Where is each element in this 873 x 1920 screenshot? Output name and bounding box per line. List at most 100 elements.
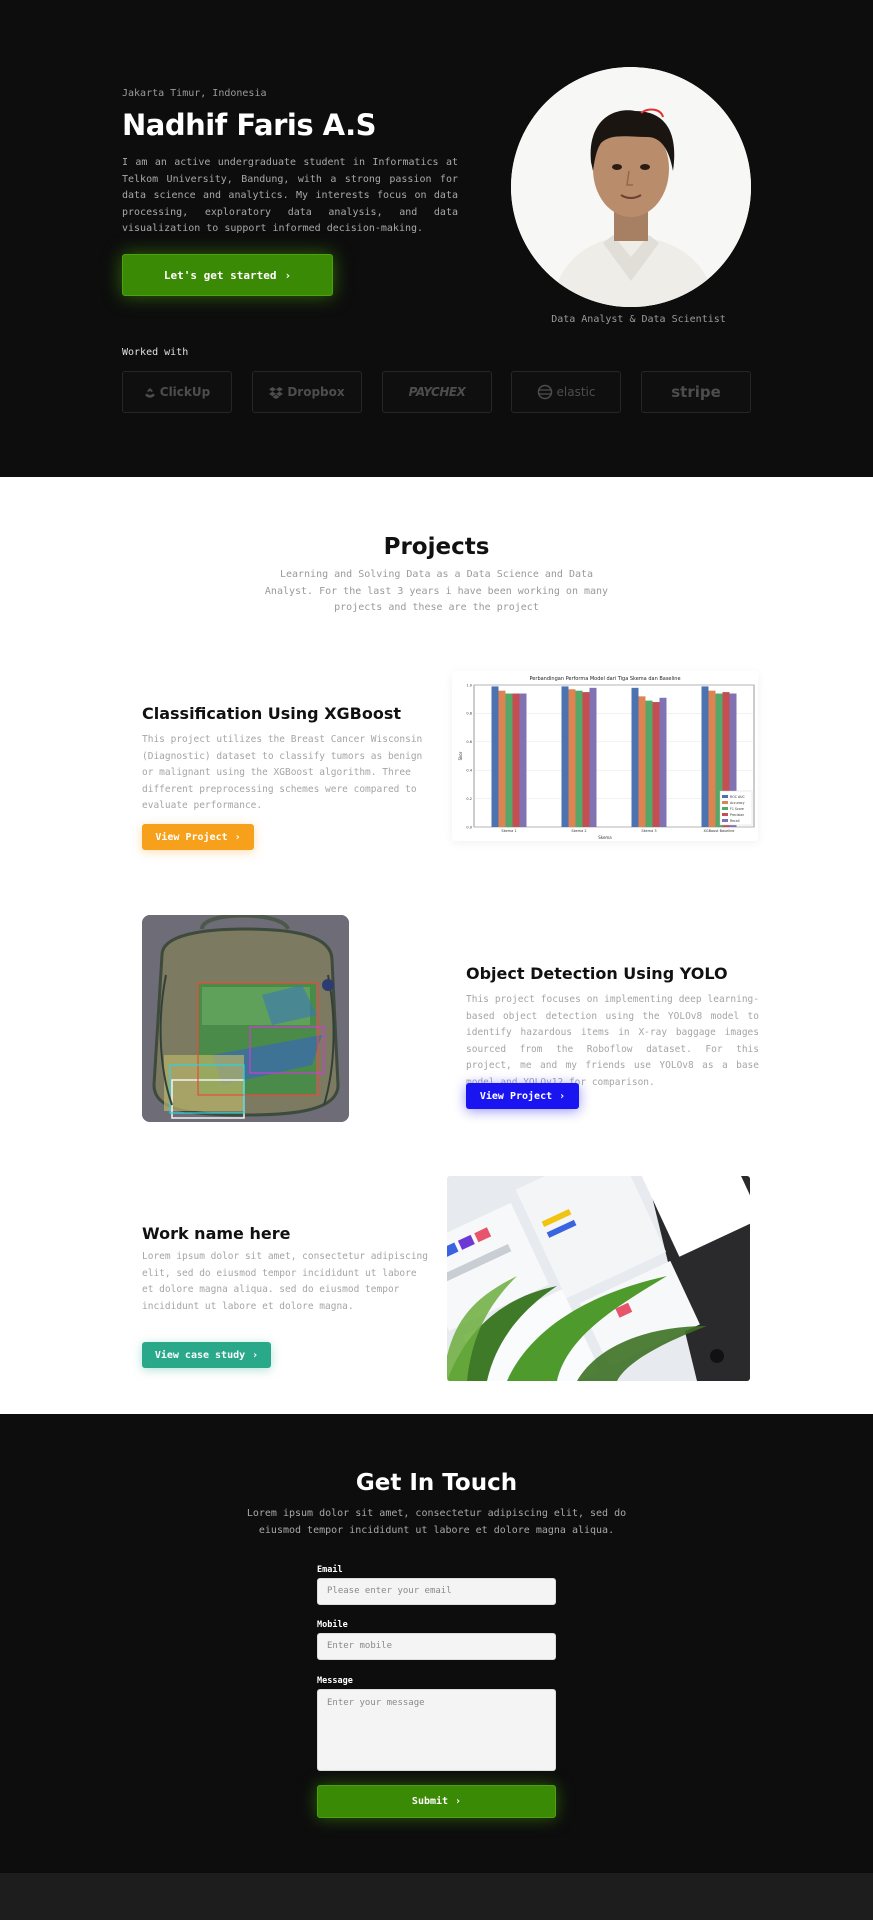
paychex-logo: PAYCHEX xyxy=(382,371,492,413)
paychex-label: PAYCHEX xyxy=(408,385,466,399)
contact-subtitle: Lorem ipsum dolor sit amet, consectetur … xyxy=(246,1508,627,1536)
email-field[interactable]: Please enter your email xyxy=(317,1578,556,1605)
email-label: Email xyxy=(317,1565,343,1575)
dropbox-icon xyxy=(269,386,284,399)
projects-title: Projects xyxy=(383,534,490,560)
mobile-label: Mobile xyxy=(317,1620,348,1630)
project-3-case-study-label: View case study xyxy=(154,1349,246,1361)
chart-bar xyxy=(561,686,569,827)
chart-xlabel: Skema xyxy=(598,835,612,840)
footer-bar xyxy=(0,1873,873,1920)
email-placeholder: Please enter your email xyxy=(327,1586,452,1596)
chart-legend: ROC AUC Accuracy F1 Score Precision Recall xyxy=(719,790,753,826)
chart-bar xyxy=(498,690,506,827)
chart-bar xyxy=(519,693,527,827)
project-2-view-button[interactable]: View Project › xyxy=(466,1083,579,1109)
contact-section: Get In Touch Lorem ipsum dolor sit amet,… xyxy=(0,1414,873,1873)
stripe-logo: stripe xyxy=(641,371,751,413)
worked-with-label: Worked with xyxy=(122,347,189,358)
project-3-title: Work name here xyxy=(142,1224,291,1243)
stripe-label: stripe xyxy=(671,383,721,401)
chart-legend-swatch xyxy=(722,819,728,822)
hero-name: Nadhif Faris A.S xyxy=(122,108,377,142)
chart-xtick-label: XGBoost Baseline xyxy=(704,829,735,833)
chart-bar xyxy=(659,697,667,827)
chart-ytick-label: 0.4 xyxy=(466,769,472,773)
chart-xtick-label: Skema 2 xyxy=(571,829,586,833)
chevron-right-icon: › xyxy=(559,1090,566,1102)
xray-detection-image xyxy=(142,915,349,1122)
chart-bar xyxy=(512,693,520,827)
chart-bar xyxy=(638,696,646,827)
get-started-label: Let's get started xyxy=(163,268,277,282)
message-label: Message xyxy=(317,1676,353,1686)
projects-subtitle: Learning and Solving Data as a Data Scie… xyxy=(264,569,609,613)
chart-ytick-label: 0.0 xyxy=(466,825,472,829)
elastic-icon xyxy=(537,384,552,400)
chart-bar xyxy=(701,686,709,827)
work-showcase-image xyxy=(447,1176,750,1381)
chart-bar xyxy=(708,690,716,827)
chart-legend-swatch xyxy=(722,801,728,804)
chart-xtick-label: Skema 1 xyxy=(501,829,516,833)
xgboost-chart: Perbandingan Performa Model dari Tiga Sk… xyxy=(452,671,758,841)
chart-legend-label: Precision xyxy=(730,813,744,817)
get-started-button[interactable]: Let's get started › xyxy=(122,254,333,296)
clickup-label: ClickUp xyxy=(159,385,211,399)
clickup-logo: ClickUp xyxy=(122,371,232,413)
chart-bar xyxy=(589,687,597,827)
chart-svg: Perbandingan Performa Model dari Tiga Sk… xyxy=(458,676,755,840)
elastic-logo: elastic xyxy=(511,371,621,413)
project-3-description: Lorem ipsum dolor sit amet, consectetur … xyxy=(142,1251,428,1312)
chart-bar xyxy=(652,702,660,827)
mobile-placeholder: Enter mobile xyxy=(327,1641,393,1651)
hero-section: Jakarta Timur, Indonesia Nadhif Faris A.… xyxy=(0,0,873,477)
chart-legend-swatch xyxy=(722,813,728,816)
project-1-title: Classification Using XGBoost xyxy=(142,704,402,723)
location-text: Jakarta Timur, Indonesia xyxy=(122,88,267,99)
submit-label: Submit xyxy=(411,1796,449,1807)
chart-legend-label: Accuracy xyxy=(730,801,745,805)
chart-bar xyxy=(575,690,583,827)
project-1-view-button[interactable]: View Project › xyxy=(142,824,254,850)
contact-title: Get In Touch xyxy=(355,1470,518,1496)
role-caption: Data Analyst & Data Scientist xyxy=(551,314,726,325)
mobile-field[interactable]: Enter mobile xyxy=(317,1633,556,1660)
project-2-view-label: View Project xyxy=(479,1090,553,1102)
projects-section: Projects Learning and Solving Data as a … xyxy=(0,477,873,1414)
chevron-right-icon: › xyxy=(234,831,241,843)
chart-bar xyxy=(505,693,513,827)
hero-description: I am an active undergraduate student in … xyxy=(122,157,458,234)
project-3-case-study-button[interactable]: View case study › xyxy=(142,1342,271,1368)
chart-bar xyxy=(582,692,590,827)
chart-ylabel: Skor xyxy=(458,751,463,760)
project-2-title: Object Detection Using YOLO xyxy=(466,964,728,983)
chart-bar xyxy=(645,700,653,827)
project-1-view-label: View Project xyxy=(155,831,228,843)
clickup-icon xyxy=(144,387,155,398)
chart-legend-label: F1 Score xyxy=(730,807,744,811)
project-2-description: This project focuses on implementing dee… xyxy=(466,994,759,1088)
chart-bar xyxy=(568,689,576,827)
chart-ytick-label: 0.2 xyxy=(466,797,472,801)
chart-legend-swatch xyxy=(722,807,728,810)
chart-ytick-label: 1.0 xyxy=(466,683,472,687)
submit-button[interactable]: Submit › xyxy=(317,1785,556,1818)
chevron-right-icon: › xyxy=(455,1796,462,1807)
chevron-right-icon: › xyxy=(252,1349,259,1361)
chart-title: Perbandingan Performa Model dari Tiga Sk… xyxy=(529,676,680,682)
chart-legend-label: Recall xyxy=(730,819,740,823)
dropbox-logo: Dropbox xyxy=(252,371,362,413)
chart-legend-label: ROC AUC xyxy=(730,795,745,799)
profile-photo xyxy=(511,67,751,307)
chevron-right-icon: › xyxy=(284,268,292,282)
project-1-description: This project utilizes the Breast Cancer … xyxy=(142,734,423,811)
chart-ytick-label: 0.6 xyxy=(466,740,472,744)
chart-xtick-label: Skema 3 xyxy=(641,829,656,833)
chart-ytick-label: 0.8 xyxy=(466,712,472,716)
dropbox-label: Dropbox xyxy=(287,385,345,399)
chart-bar xyxy=(491,686,499,827)
chart-bar xyxy=(631,687,639,827)
chart-legend-swatch xyxy=(722,795,728,798)
message-field[interactable]: Enter your message xyxy=(317,1689,556,1771)
